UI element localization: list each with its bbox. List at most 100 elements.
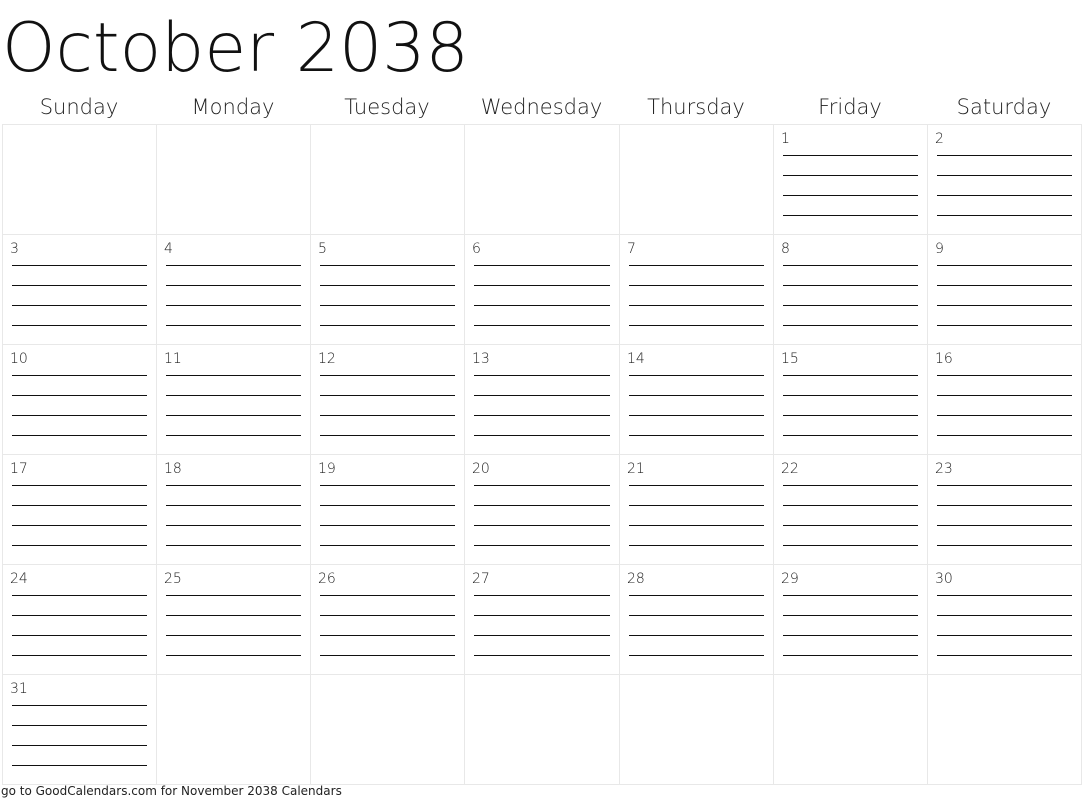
note-line xyxy=(12,435,147,436)
note-line xyxy=(166,415,301,416)
note-line xyxy=(12,325,147,326)
day-cell[interactable]: 25 xyxy=(156,564,311,675)
note-line xyxy=(783,265,918,266)
weekday-header-row: Sunday Monday Tuesday Wednesday Thursday Frid… xyxy=(2,92,1081,124)
note-line xyxy=(12,395,147,396)
day-cell[interactable]: 21 xyxy=(619,454,774,565)
day-cell[interactable]: 18 xyxy=(156,454,311,565)
day-number: 28 xyxy=(627,571,645,587)
note-line xyxy=(12,745,147,746)
note-line xyxy=(474,635,610,636)
note-line xyxy=(320,285,455,286)
note-line xyxy=(937,615,1072,616)
note-line xyxy=(12,725,147,726)
day-cell[interactable]: 10 xyxy=(2,344,157,455)
calendar-grid: 1 2 3 4 5 6 7 8 9 10 11 12 13 14 15 16 17 18 19 20 21 22 23 24 2… xyxy=(2,124,1082,785)
day-number: 12 xyxy=(318,351,336,367)
note-line xyxy=(474,285,610,286)
day-cell[interactable]: 9 xyxy=(927,234,1082,345)
day-number: 9 xyxy=(935,241,944,257)
note-line xyxy=(166,395,301,396)
footer-link[interactable]: go to GoodCalendars.com for November 203… xyxy=(1,783,342,799)
note-line xyxy=(783,215,918,216)
day-cell[interactable]: 7 xyxy=(619,234,774,345)
note-line xyxy=(12,415,147,416)
day-cell[interactable]: 1 xyxy=(773,124,928,235)
day-cell[interactable]: 3 xyxy=(2,234,157,345)
note-line xyxy=(166,435,301,436)
weekday-header-monday: Monday xyxy=(191,95,275,119)
note-line xyxy=(166,525,301,526)
day-cell[interactable]: 22 xyxy=(773,454,928,565)
empty-cell xyxy=(310,124,465,235)
day-cell[interactable]: 4 xyxy=(156,234,311,345)
day-cell[interactable]: 17 xyxy=(2,454,157,565)
day-number: 17 xyxy=(10,461,28,477)
note-line xyxy=(937,195,1072,196)
day-cell[interactable]: 20 xyxy=(464,454,620,565)
day-cell[interactable]: 2 xyxy=(927,124,1082,235)
note-line xyxy=(937,635,1072,636)
day-number: 4 xyxy=(164,241,173,257)
note-line xyxy=(937,265,1072,266)
day-cell[interactable]: 5 xyxy=(310,234,465,345)
note-line xyxy=(320,615,455,616)
day-number: 10 xyxy=(10,351,28,367)
day-cell[interactable]: 8 xyxy=(773,234,928,345)
day-cell[interactable]: 24 xyxy=(2,564,157,675)
day-number: 1 xyxy=(781,131,790,147)
note-line xyxy=(783,655,918,656)
note-line xyxy=(783,525,918,526)
day-cell[interactable]: 12 xyxy=(310,344,465,455)
note-line xyxy=(783,485,918,486)
day-cell[interactable]: 19 xyxy=(310,454,465,565)
note-line xyxy=(783,435,918,436)
note-line xyxy=(12,525,147,526)
note-line xyxy=(937,545,1072,546)
weekday-header-tuesday: Tuesday xyxy=(344,95,430,119)
note-line xyxy=(12,595,147,596)
note-line xyxy=(783,155,918,156)
note-line xyxy=(12,285,147,286)
note-line xyxy=(783,195,918,196)
day-cell[interactable]: 28 xyxy=(619,564,774,675)
day-cell[interactable]: 26 xyxy=(310,564,465,675)
weekday-header-saturday: Saturday xyxy=(956,95,1052,119)
note-line xyxy=(166,655,301,656)
note-line xyxy=(320,375,455,376)
note-line xyxy=(629,265,764,266)
day-cell[interactable]: 6 xyxy=(464,234,620,345)
note-line xyxy=(474,485,610,486)
note-line xyxy=(166,635,301,636)
note-line xyxy=(629,595,764,596)
day-number: 24 xyxy=(10,571,28,587)
day-cell[interactable]: 23 xyxy=(927,454,1082,565)
empty-cell xyxy=(619,674,774,785)
day-cell[interactable]: 15 xyxy=(773,344,928,455)
day-cell[interactable]: 14 xyxy=(619,344,774,455)
note-line xyxy=(783,325,918,326)
day-cell[interactable]: 30 xyxy=(927,564,1082,675)
note-line xyxy=(629,655,764,656)
weekday-header-sunday: Sunday xyxy=(39,95,119,119)
day-cell[interactable]: 29 xyxy=(773,564,928,675)
note-line xyxy=(12,635,147,636)
empty-cell xyxy=(927,674,1082,785)
note-line xyxy=(937,215,1072,216)
note-line xyxy=(166,305,301,306)
day-cell[interactable]: 11 xyxy=(156,344,311,455)
day-cell[interactable]: 31 xyxy=(2,674,157,785)
note-line xyxy=(320,415,455,416)
note-line xyxy=(320,595,455,596)
note-line xyxy=(937,415,1072,416)
day-cell[interactable]: 13 xyxy=(464,344,620,455)
day-number: 3 xyxy=(10,241,19,257)
day-number: 2 xyxy=(935,131,944,147)
note-line xyxy=(937,485,1072,486)
note-line xyxy=(320,525,455,526)
day-cell[interactable]: 27 xyxy=(464,564,620,675)
note-line xyxy=(629,375,764,376)
note-line xyxy=(783,505,918,506)
note-line xyxy=(937,175,1072,176)
day-cell[interactable]: 16 xyxy=(927,344,1082,455)
